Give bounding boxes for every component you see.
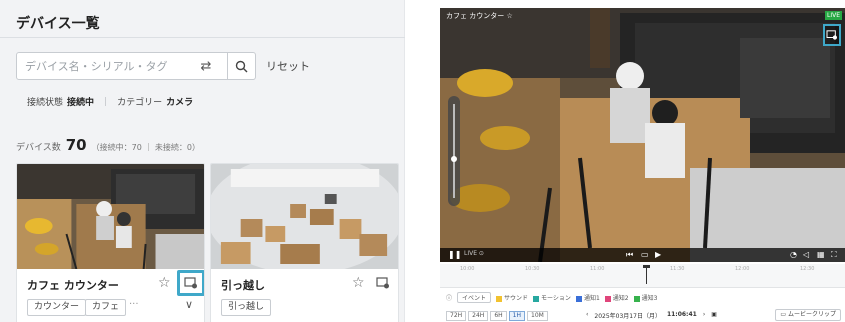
- search-button[interactable]: [228, 52, 256, 80]
- playhead[interactable]: [646, 266, 647, 284]
- range-6h-button[interactable]: 6H: [490, 311, 507, 321]
- timeline-tick-label: 10:30: [525, 266, 540, 272]
- zoom-slider[interactable]: [448, 96, 460, 206]
- fullscreen-icon[interactable]: ⛶: [831, 249, 837, 261]
- event-legend: ⓘ イベント サウンド モーション 通知1 通知2 通知3: [446, 292, 657, 303]
- timeline-tick-label: 11:00: [590, 266, 605, 272]
- title-divider: [0, 37, 405, 38]
- zoom-track: [453, 104, 455, 198]
- legend-label: 通知2: [612, 295, 629, 302]
- timeline-tick-label: 11:30: [670, 266, 685, 272]
- device-list-panel: デバイス一覧 ⇄ リセット 接続状態 接続中 | カテゴリー カメラ デバイス数…: [0, 0, 405, 322]
- category-value: カメラ: [166, 98, 194, 108]
- more-tags-indicator: ···: [129, 299, 139, 310]
- volume-icon[interactable]: ◁: [803, 249, 809, 261]
- prev-date-icon[interactable]: ‹: [586, 311, 588, 320]
- legend-label: 通知1: [583, 295, 600, 302]
- favorite-star-icon[interactable]: ☆: [158, 275, 171, 291]
- pause-icon[interactable]: ❚❚: [448, 249, 461, 261]
- timeline-tick-label: 10:00: [460, 266, 475, 272]
- filter-conditions: 接続状態 接続中 | カテゴリー カメラ: [27, 95, 194, 109]
- device-count-detail: （接続中：70 ｜ 未接続：0）: [91, 143, 200, 152]
- legend-item[interactable]: 通知3: [633, 293, 658, 302]
- page-title: デバイス一覧: [16, 16, 100, 32]
- legend-label: モーション: [541, 295, 571, 302]
- range-72h-button[interactable]: 72H: [446, 311, 467, 321]
- timeline[interactable]: 10:00 10:30 11:00 11:30 12:00 12:30: [440, 264, 845, 288]
- status-label: 接続状態: [27, 98, 64, 108]
- legend-item[interactable]: 通知1: [575, 293, 600, 302]
- help-icon[interactable]: ⓘ: [446, 293, 452, 302]
- camera-feed-image: [440, 8, 845, 262]
- device-thumbnail: [17, 164, 204, 269]
- range-24h-button[interactable]: 24H: [468, 311, 489, 321]
- movie-clip-label: ムービークリップ: [787, 311, 836, 318]
- highlight-box: [177, 270, 204, 296]
- device-count-label: デバイス数: [16, 143, 61, 153]
- event-button[interactable]: イベント: [457, 292, 492, 303]
- player-controls: ❚❚ LIVE ⊙ ⏮ ▭ ▶ ◔ ◁ ▦ ⛶: [440, 248, 845, 262]
- date-navigation: ‹ 2025年03月17日（月） 11:06:41 › ▣: [586, 311, 717, 320]
- date-text: 2025年03月17日（月）: [594, 313, 661, 320]
- live-view-panel: カフェ カウンター ☆ LIVE ❚❚ LIVE ⊙ ⏮ ▭ ▶ ◔ ◁ ▦ ⛶…: [440, 8, 845, 322]
- device-count: デバイス数 70 （接続中：70 ｜ 未接続：0）: [16, 136, 200, 154]
- grid-icon[interactable]: ▦: [817, 249, 825, 261]
- time-text: 11:06:41: [666, 311, 697, 318]
- previous-icon[interactable]: ⏮: [626, 249, 633, 261]
- live-badge: LIVE: [824, 11, 842, 20]
- legend-swatch: [533, 295, 540, 302]
- video-title: カフェ カウンター ☆: [446, 11, 513, 21]
- device-count-value: 70: [65, 136, 87, 154]
- range-1h-button[interactable]: 1H: [508, 311, 525, 321]
- calendar-icon[interactable]: ▣: [711, 311, 717, 320]
- chevron-down-icon[interactable]: ∨: [185, 298, 193, 311]
- snapshot-icon[interactable]: ▭: [641, 249, 649, 261]
- legend-swatch: [496, 295, 503, 302]
- category-label: カテゴリー: [117, 98, 163, 108]
- tag-chip[interactable]: カウンター: [27, 299, 87, 316]
- tag-chip[interactable]: 引っ越し: [221, 299, 272, 316]
- camera-view-toggle-icon[interactable]: [823, 24, 841, 46]
- play-icon[interactable]: ▶: [655, 249, 661, 261]
- movie-clip-button[interactable]: ▭ ムービークリップ: [775, 309, 841, 321]
- device-card-moving[interactable]: 引っ越し ☆ 引っ越し: [210, 163, 399, 322]
- zoom-knob[interactable]: [451, 156, 457, 162]
- live-video[interactable]: カフェ カウンター ☆ LIVE ❚❚ LIVE ⊙ ⏮ ▭ ▶ ◔ ◁ ▦ ⛶: [440, 8, 845, 262]
- camera-view-icon[interactable]: [374, 275, 392, 291]
- next-date-icon[interactable]: ›: [703, 311, 705, 320]
- device-name: カフェ カウンター: [27, 279, 119, 292]
- search-box: ⇄: [16, 52, 228, 80]
- device-thumbnail: [211, 164, 398, 269]
- device-name: 引っ越し: [221, 279, 265, 292]
- search-row: ⇄ リセット: [16, 52, 310, 80]
- filter-icon[interactable]: ⇄: [195, 55, 217, 77]
- range-10m-button[interactable]: 10M: [527, 311, 548, 321]
- settings-icon[interactable]: ◔: [790, 249, 797, 261]
- time-range-selector: 72H 24H 6H 1H 10M: [446, 311, 550, 321]
- camera-view-glyph: [376, 277, 389, 289]
- search-input[interactable]: [25, 59, 195, 73]
- status-value: 接続中: [67, 98, 95, 108]
- timeline-tick-label: 12:30: [800, 266, 815, 272]
- timeline-tick-label: 12:00: [735, 266, 750, 272]
- search-icon: [235, 60, 248, 72]
- live-label: LIVE ⊙: [464, 250, 484, 257]
- legend-swatch: [575, 295, 582, 302]
- legend-item[interactable]: サウンド: [496, 293, 528, 302]
- legend-swatch: [633, 295, 640, 302]
- tag-chip[interactable]: カフェ: [85, 299, 127, 316]
- legend-swatch: [604, 295, 611, 302]
- reset-link[interactable]: リセット: [266, 58, 310, 74]
- favorite-star-icon[interactable]: ☆: [352, 275, 365, 291]
- device-card-cafe-counter[interactable]: カフェ カウンター ☆ カウンター カフェ ··· ∨: [16, 163, 205, 322]
- legend-item[interactable]: モーション: [533, 293, 571, 302]
- movie-clip-icon: ▭: [780, 311, 787, 318]
- legend-item[interactable]: 通知2: [604, 293, 629, 302]
- video-title-text: カフェ カウンター: [446, 12, 505, 20]
- legend-label: サウンド: [504, 295, 529, 302]
- filter-separator: |: [104, 96, 108, 107]
- legend-label: 通知3: [641, 295, 658, 302]
- camera-view-glyph: [826, 30, 837, 40]
- star-icon[interactable]: ☆: [506, 12, 512, 20]
